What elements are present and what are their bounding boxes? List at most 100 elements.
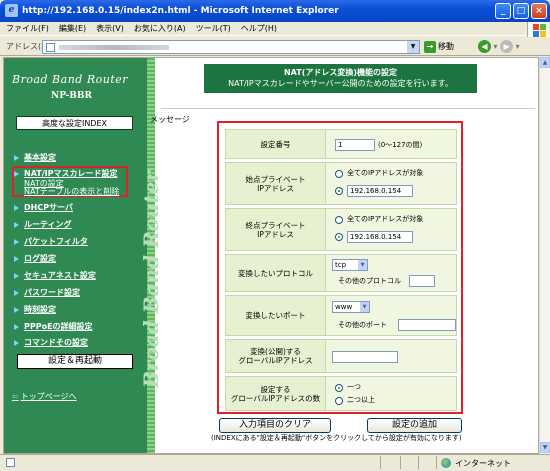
scroll-up-icon[interactable]: ▲ <box>540 57 550 68</box>
protocol-other-input[interactable] <box>409 275 435 287</box>
maximize-button[interactable]: □ <box>513 3 529 19</box>
start-ip-label: 始点プライベート IPアドレス <box>226 163 326 204</box>
back-icon[interactable]: ◀ <box>478 40 491 53</box>
nav-packet-filter[interactable]: パケットフィルタ <box>14 237 88 247</box>
end-specific-radio[interactable] <box>335 233 343 241</box>
chevron-down-icon: ▼ <box>358 260 367 270</box>
nav-time[interactable]: 時刻設定 <box>14 305 56 315</box>
add-setting-button[interactable]: 設定の追加 <box>367 418 462 433</box>
row-setting-number: 設定番号 1 (0〜127の間) <box>225 129 457 159</box>
count-two-radio[interactable] <box>335 397 343 405</box>
message-label: メッセージ <box>150 115 190 124</box>
window-title: http://192.168.0.15/index2n.html - Micro… <box>22 6 339 16</box>
setting-number-range: (0〜127の間) <box>378 141 423 149</box>
go-arrow-icon: → <box>424 40 436 53</box>
globe-icon <box>441 458 451 468</box>
content-frame: Broad Band Router NAT(アドレス変換)機能の設定 NAT/I… <box>139 58 538 453</box>
back-arrow-icon: ⇐ <box>12 392 19 401</box>
end-ip-input[interactable]: 192.168.0.154 <box>347 231 413 243</box>
ie-icon: e <box>5 4 18 17</box>
menu-tools[interactable]: ツール(T) <box>191 22 236 36</box>
end-all-radio[interactable] <box>335 216 343 224</box>
windows-logo-icon <box>527 22 549 38</box>
row-protocol: 変換したいプロトコル tcp ▼ その他のプロトコル <box>225 254 457 292</box>
clear-form-button[interactable]: 入力項目のクリア <box>219 418 331 433</box>
nav-dhcp[interactable]: DHCPサーバ <box>14 203 73 213</box>
arrow-icon <box>14 221 19 228</box>
global-ip-input[interactable] <box>332 351 398 363</box>
arrow-icon <box>14 170 19 177</box>
brand-watermark: Broad Band Router <box>139 170 163 388</box>
row-global-ip: 変換(公開)する グローバルIPアドレス <box>225 339 457 373</box>
protocol-other-label: その他のプロトコル <box>338 277 401 285</box>
page-header: NAT(アドレス変換)機能の設定 NAT/IPマスカレードやサーバー公開のための… <box>204 64 477 93</box>
start-all-text: 全てのIPアドレスが対象 <box>347 169 424 177</box>
port-other-input[interactable] <box>398 319 456 331</box>
title-bar: e http://192.168.0.15/index2n.html - Mic… <box>0 0 550 22</box>
setting-number-label: 設定番号 <box>226 130 326 158</box>
row-global-count: 設定する グローバルIPアドレスの数 一つ 二つ以上 <box>225 376 457 411</box>
page-viewport: Broad Band Router NP-BBR 高度な設定INDEX 基本設定… <box>3 57 539 454</box>
chevron-down-icon: ▼ <box>360 302 369 312</box>
row-end-ip: 終点プライベート IPアドレス 全てのIPアドレスが対象 192.168.0.1… <box>225 208 457 251</box>
end-ip-label: 終点プライベート IPアドレス <box>226 209 326 250</box>
menu-help[interactable]: ヘルプ(H) <box>236 22 282 36</box>
model-name: NP-BBR <box>51 91 92 101</box>
arrow-icon <box>14 154 19 161</box>
start-all-radio[interactable] <box>335 170 343 178</box>
nav-buttons: ◀ ▾ ▶ ▾ <box>478 39 520 54</box>
close-button[interactable]: × <box>531 3 547 19</box>
address-text-blurred <box>59 45 169 50</box>
page-title: NAT(アドレス変換)機能の設定 <box>283 68 398 77</box>
save-restart-button[interactable]: 設定＆再起動 <box>17 354 133 369</box>
port-label: 変換したいポート <box>226 296 326 335</box>
nav-password[interactable]: パスワード設定 <box>14 288 80 298</box>
menu-favorites[interactable]: お気に入り(A) <box>129 22 191 36</box>
address-input[interactable]: ▼ <box>42 40 420 54</box>
advanced-index-label: 高度な設定INDEX <box>16 116 133 130</box>
nav-log[interactable]: ログ設定 <box>14 254 56 264</box>
arrow-icon <box>14 255 19 262</box>
row-port: 変換したいポート www ▼ その他のポート <box>225 295 457 336</box>
nav-routing[interactable]: ルーティング <box>14 220 72 230</box>
security-zone: インターネット <box>436 456 546 469</box>
minimize-button[interactable]: _ <box>495 3 511 19</box>
nav-secure-nest[interactable]: セキュアネスト設定 <box>14 271 96 281</box>
menu-bar: ファイル(F) 編集(E) 表示(V) お気に入り(A) ツール(T) ヘルプ(H) <box>0 22 550 36</box>
menu-file[interactable]: ファイル(F) <box>0 22 54 36</box>
end-all-text: 全てのIPアドレスが対象 <box>347 215 424 223</box>
arrow-icon <box>14 289 19 296</box>
go-button[interactable]: → 移動 <box>424 40 454 54</box>
count-two-text: 二つ以上 <box>347 396 375 404</box>
menu-edit[interactable]: 編集(E) <box>54 22 91 36</box>
vertical-scrollbar[interactable]: ▲ ▼ <box>539 57 550 454</box>
nav-basic-settings[interactable]: 基本設定 <box>14 153 56 163</box>
setting-number-input[interactable]: 1 <box>335 139 375 151</box>
nat-settings-form: 設定番号 1 (0〜127の間) 始点プライベート IPアドレス 全てのIPアド… <box>217 121 463 414</box>
nav-nat-settings[interactable]: NAT/IPマスカレード設定 <box>14 169 117 179</box>
protocol-select[interactable]: tcp ▼ <box>332 259 368 271</box>
port-select[interactable]: www ▼ <box>332 301 370 313</box>
start-specific-radio[interactable] <box>335 187 343 195</box>
top-page-link[interactable]: ⇐ トップページへ <box>12 391 77 402</box>
nav-pppoe[interactable]: PPPoEの詳細設定 <box>14 322 93 332</box>
forward-icon[interactable]: ▶ <box>500 40 514 53</box>
go-label: 移動 <box>438 42 454 51</box>
arrow-icon <box>14 238 19 245</box>
nav-command[interactable]: コマンドその設定 <box>14 338 88 348</box>
page-icon <box>46 43 55 52</box>
page-status-icon <box>6 458 15 467</box>
address-dropdown-icon[interactable]: ▼ <box>407 41 419 53</box>
apply-note: (INDEXにある"設定＆再起動"ボタンをクリックしてから設定が有効になります) <box>211 434 462 442</box>
count-one-radio[interactable] <box>335 384 343 392</box>
menu-view[interactable]: 表示(V) <box>91 22 129 36</box>
global-ip-label: 変換(公開)する グローバルIPアドレス <box>226 340 326 372</box>
nav-nat-table[interactable]: NATテーブルの表示と削除 <box>24 187 119 196</box>
brand-logo: Broad Band Router <box>12 73 129 86</box>
status-bar: インターネット <box>0 454 550 470</box>
arrow-icon <box>14 272 19 279</box>
arrow-icon <box>14 306 19 313</box>
scroll-down-icon[interactable]: ▼ <box>540 442 550 453</box>
row-start-ip: 始点プライベート IPアドレス 全てのIPアドレスが対象 192.168.0.1… <box>225 162 457 205</box>
start-ip-input[interactable]: 192.168.0.154 <box>347 185 413 197</box>
